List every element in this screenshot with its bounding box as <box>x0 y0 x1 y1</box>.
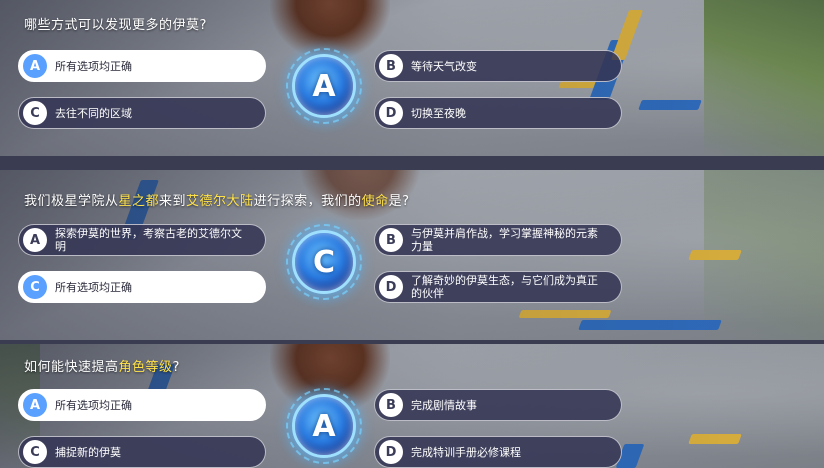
option-letter: C <box>23 440 47 464</box>
option-a[interactable]: A 探索伊莫的世界，考察古老的艾德尔文明 <box>18 224 266 256</box>
option-b[interactable]: B 完成剧情故事 <box>374 389 622 421</box>
question-text: 我们极星学院从星之都来到艾德尔大陆进行探索，我们的使命是? <box>24 194 410 209</box>
quiz-panel-3: 如何能快速提高角色等级? A 所有选项均正确 B 完成剧情故事 C 捕捉新的伊莫… <box>0 344 824 468</box>
option-d[interactable]: D 了解奇妙的伊莫生态，与它们成为真正的伙伴 <box>374 271 622 303</box>
option-b[interactable]: B 与伊莫并肩作战，学习掌握神秘的元素力量 <box>374 224 622 256</box>
quiz-panel-2: 我们极星学院从星之都来到艾德尔大陆进行探索，我们的使命是? A 探索伊莫的世界，… <box>0 170 824 340</box>
option-c[interactable]: C 捕捉新的伊莫 <box>18 436 266 468</box>
answer-badge: C <box>286 224 362 300</box>
answer-badge: A <box>286 48 362 124</box>
option-a[interactable]: A 所有选项均正确 <box>18 389 266 421</box>
option-letter: B <box>379 228 403 252</box>
option-letter: A <box>23 228 47 252</box>
option-a[interactable]: A 所有选项均正确 <box>18 50 266 82</box>
option-label: 去往不同的区域 <box>55 106 132 120</box>
option-label: 了解奇妙的伊莫生态，与它们成为真正的伙伴 <box>411 274 598 300</box>
option-label: 所有选项均正确 <box>55 280 132 294</box>
option-label: 所有选项均正确 <box>55 59 132 73</box>
option-label: 与伊莫并肩作战，学习掌握神秘的元素力量 <box>411 227 598 253</box>
option-label: 完成特训手册必修课程 <box>411 445 521 459</box>
option-d[interactable]: D 切换至夜晚 <box>374 97 622 129</box>
quiz-panel-1: 哪些方式可以发现更多的伊莫? A 所有选项均正确 B 等待天气改变 C 去往不同… <box>0 0 824 156</box>
option-letter: D <box>379 275 403 299</box>
option-letter: A <box>23 393 47 417</box>
option-letter: B <box>379 54 403 78</box>
option-label: 所有选项均正确 <box>55 398 132 412</box>
option-letter: D <box>379 440 403 464</box>
option-d[interactable]: D 完成特训手册必修课程 <box>374 436 622 468</box>
option-label: 探索伊莫的世界，考察古老的艾德尔文明 <box>55 227 242 253</box>
answer-badge: A <box>286 388 362 464</box>
option-c[interactable]: C 去往不同的区域 <box>18 97 266 129</box>
option-c[interactable]: C 所有选项均正确 <box>18 271 266 303</box>
option-b[interactable]: B 等待天气改变 <box>374 50 622 82</box>
option-letter: C <box>23 101 47 125</box>
option-letter: D <box>379 101 403 125</box>
question-text: 如何能快速提高角色等级? <box>24 360 180 375</box>
option-letter: B <box>379 393 403 417</box>
option-label: 切换至夜晚 <box>411 106 466 120</box>
option-label: 等待天气改变 <box>411 59 477 73</box>
question-text: 哪些方式可以发现更多的伊莫? <box>24 18 207 33</box>
option-letter: A <box>23 54 47 78</box>
option-label: 捕捉新的伊莫 <box>55 445 121 459</box>
option-letter: C <box>23 275 47 299</box>
option-label: 完成剧情故事 <box>411 398 477 412</box>
